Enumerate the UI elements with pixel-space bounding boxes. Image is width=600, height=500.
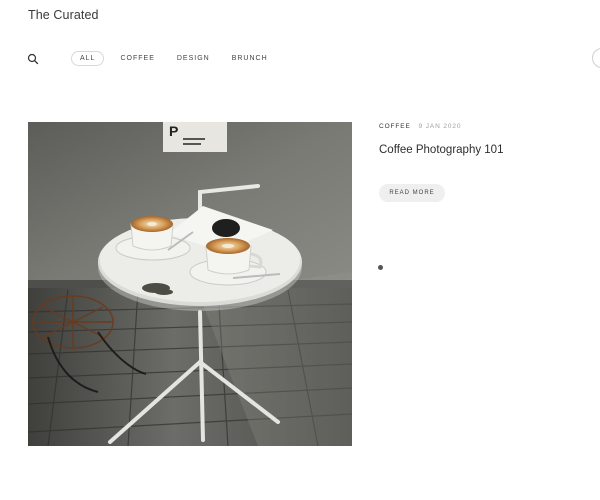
nav-item-brunch[interactable]: BRUNCH <box>232 55 268 62</box>
read-more-button[interactable]: READ MORE <box>379 184 445 202</box>
site-title[interactable]: The Curated <box>28 8 99 22</box>
post-title[interactable]: Coffee Photography 101 <box>379 144 503 156</box>
search-icon[interactable] <box>27 52 39 65</box>
edge-circle-button[interactable] <box>592 48 600 68</box>
post-category[interactable]: COFFEE <box>379 123 411 130</box>
post-featured-image[interactable]: P <box>28 122 352 446</box>
category-nav: ALL COFFEE DESIGN BRUNCH <box>27 49 268 67</box>
coffee-table-photo: P <box>28 122 352 446</box>
nav-item-coffee[interactable]: COFFEE <box>120 55 154 62</box>
post-meta: COFFEE 9 JAN 2020 <box>379 123 461 130</box>
nav-item-design[interactable]: DESIGN <box>177 55 210 62</box>
sign-letter: P <box>169 123 178 139</box>
pagination-dot[interactable] <box>378 265 383 270</box>
nav-item-all[interactable]: ALL <box>71 50 105 66</box>
post-date: 9 JAN 2020 <box>418 123 462 130</box>
